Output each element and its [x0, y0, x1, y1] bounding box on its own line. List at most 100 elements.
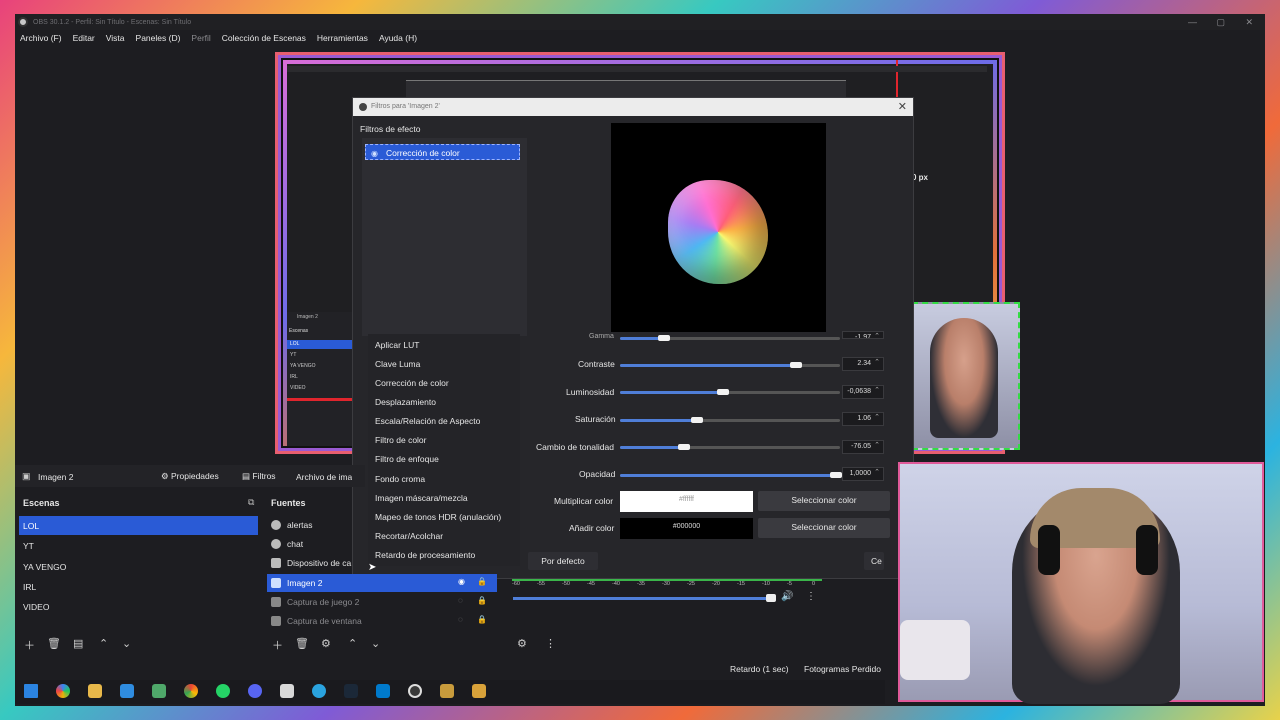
add-source-icon[interactable]: ＋: [272, 637, 283, 653]
tonalidad-slider[interactable]: [620, 444, 840, 450]
move-up-icon[interactable]: ⌃: [99, 637, 108, 650]
app-icon[interactable]: [152, 684, 166, 698]
menu-editar[interactable]: Editar: [73, 33, 95, 43]
opacidad-spinbox[interactable]: 1,0000: [842, 467, 884, 481]
menu-item-escala[interactable]: Escala/Relación de Aspecto: [375, 416, 480, 426]
lock-icon[interactable]: 🔒: [477, 596, 487, 605]
menu-item-correccion-color[interactable]: Corrección de color: [375, 378, 449, 388]
lock-icon[interactable]: 🔒: [477, 577, 487, 586]
close-icon[interactable]: ✕: [898, 100, 907, 113]
mixer-menu-icon[interactable]: ⋮: [545, 637, 556, 650]
menu-paneles[interactable]: Paneles (D): [136, 33, 181, 43]
contraste-spinbox[interactable]: 2.34: [842, 357, 884, 371]
gamma-spinbox[interactable]: -1.97: [842, 331, 884, 339]
calculator-icon[interactable]: [280, 684, 294, 698]
anadir-select-color-button[interactable]: Seleccionar color: [758, 518, 890, 538]
mixer-menu-icon[interactable]: ⋮: [806, 591, 816, 602]
mixer-settings-icon[interactable]: ⚙: [517, 637, 527, 650]
tonalidad-spinbox[interactable]: -76.05: [842, 440, 884, 454]
menu-item-aplicar-lut[interactable]: Aplicar LUT: [375, 340, 419, 350]
file-explorer-icon[interactable]: [88, 684, 102, 698]
effects-filter-list[interactable]: [362, 138, 527, 336]
scene-item-video[interactable]: VIDEO: [23, 602, 49, 612]
close-icon[interactable]: ✕: [1245, 17, 1253, 28]
opacidad-slider[interactable]: [620, 472, 842, 478]
eye-icon[interactable]: ◉: [371, 149, 378, 158]
chrome-icon[interactable]: [184, 684, 198, 698]
scene-item-ya-vengo[interactable]: YA VENGO: [23, 562, 66, 572]
saturacion-spinbox[interactable]: 1.06: [842, 412, 884, 426]
menu-ayuda[interactable]: Ayuda (H): [379, 33, 417, 43]
menu-item-filtro-enfoque[interactable]: Filtro de enfoque: [375, 454, 439, 464]
eye-hidden-icon[interactable]: ◌: [458, 596, 463, 605]
eye-hidden-icon[interactable]: ◌: [458, 615, 463, 624]
vscode-icon[interactable]: [376, 684, 390, 698]
volume-slider[interactable]: [513, 597, 775, 600]
eye-icon[interactable]: ◉: [458, 577, 465, 586]
move-down-icon[interactable]: ⌄: [371, 637, 380, 650]
move-down-icon[interactable]: ⌄: [122, 637, 131, 650]
menu-perfil[interactable]: Perfil: [191, 33, 210, 43]
source-item-chat[interactable]: chat: [287, 539, 303, 549]
steam-icon[interactable]: [344, 684, 358, 698]
menu-item-filtro-color[interactable]: Filtro de color: [375, 435, 427, 445]
menu-vista[interactable]: Vista: [106, 33, 125, 43]
menu-item-imagen-mascara[interactable]: Imagen máscara/mezcla: [375, 493, 468, 503]
move-up-icon[interactable]: ⌃: [348, 637, 357, 650]
scene-selected[interactable]: [19, 516, 258, 535]
whatsapp-icon[interactable]: [216, 684, 230, 698]
defaults-button[interactable]: Por defecto: [528, 552, 598, 570]
windows-start-icon[interactable]: [24, 684, 38, 698]
copilot-icon[interactable]: [56, 684, 70, 698]
saturacion-slider[interactable]: [620, 417, 840, 423]
minimize-icon[interactable]: —: [1188, 17, 1197, 27]
close-button[interactable]: Ce: [864, 552, 884, 570]
filters-button[interactable]: ▤ Filtros: [242, 471, 276, 482]
menu-item-retardo[interactable]: Retardo de procesamiento: [375, 550, 475, 560]
luminosidad-slider[interactable]: [620, 389, 840, 395]
speaker-icon[interactable]: 🔊: [781, 591, 793, 602]
source-item-captura-ventana[interactable]: Captura de ventana: [287, 616, 362, 626]
add-scene-icon[interactable]: ＋: [24, 637, 35, 653]
discord-icon[interactable]: [248, 684, 262, 698]
filter-item-label: Corrección de color: [386, 148, 460, 158]
scene-item-lol[interactable]: LOL: [23, 521, 39, 531]
menu-item-recortar[interactable]: Recortar/Acolchar: [375, 531, 443, 541]
scene-item-irl[interactable]: IRL: [23, 582, 36, 592]
volume-knob[interactable]: [766, 594, 776, 602]
source-item-dispositivo[interactable]: Dispositivo de ca: [287, 558, 355, 568]
headphone-right: [1136, 525, 1158, 575]
remove-source-icon[interactable]: 🗑: [295, 637, 309, 650]
source-settings-icon[interactable]: ⚙: [321, 637, 331, 650]
telegram-icon[interactable]: [312, 684, 326, 698]
menu-coleccion[interactable]: Colección de Escenas: [222, 33, 306, 43]
scene-item-yt[interactable]: YT: [23, 541, 34, 551]
source-item-imagen-2[interactable]: Imagen 2: [287, 578, 322, 588]
menu-item-fondo-croma[interactable]: Fondo croma: [375, 474, 425, 484]
source-item-alertas[interactable]: alertas: [287, 520, 313, 530]
panel-undock-icon[interactable]: ⧉: [248, 497, 254, 508]
scenes-title: Escenas: [23, 498, 60, 508]
lock-icon[interactable]: 🔒: [477, 615, 487, 624]
anadir-color-swatch: #000000: [620, 518, 753, 539]
league-icon[interactable]: [440, 684, 454, 698]
filter-item-selected[interactable]: ◉ Corrección de color: [365, 144, 520, 160]
properties-button[interactable]: ⚙ Propiedades: [161, 471, 219, 482]
gamma-slider[interactable]: [620, 335, 840, 341]
menu-herramientas[interactable]: Herramientas: [317, 33, 368, 43]
scene-filters-icon[interactable]: ▤: [73, 637, 83, 650]
menu-archivo[interactable]: Archivo (F): [20, 33, 62, 43]
menu-item-mapeo-tonos[interactable]: Mapeo de tonos HDR (anulación): [375, 512, 501, 522]
store-icon[interactable]: [120, 684, 134, 698]
maximize-icon[interactable]: ▢: [1216, 17, 1225, 28]
riot-icon[interactable]: [472, 684, 486, 698]
remove-scene-icon[interactable]: 🗑: [47, 637, 61, 650]
obs-taskbar-icon[interactable]: [408, 684, 422, 698]
menu-item-clave-luma[interactable]: Clave Luma: [375, 359, 420, 369]
multiplicar-select-color-button[interactable]: Seleccionar color: [758, 491, 890, 511]
menu-item-desplazamiento[interactable]: Desplazamiento: [375, 397, 436, 407]
image-file-label: Archivo de ima: [296, 472, 352, 482]
contraste-slider[interactable]: [620, 362, 840, 368]
source-item-captura-juego[interactable]: Captura de juego 2: [287, 597, 359, 607]
luminosidad-spinbox[interactable]: -0,0638: [842, 385, 884, 399]
